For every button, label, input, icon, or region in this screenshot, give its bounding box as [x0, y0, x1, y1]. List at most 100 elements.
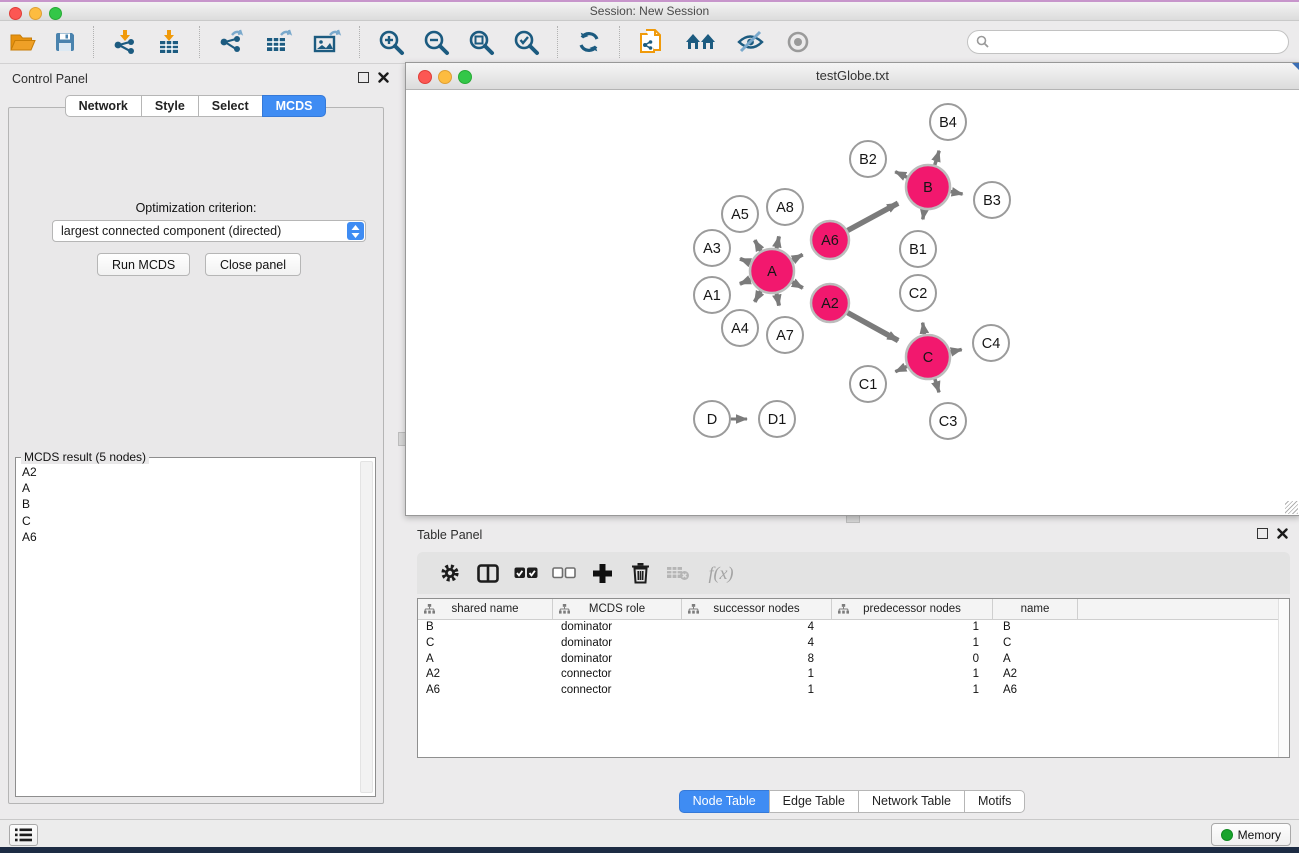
- table-cell: C: [993, 636, 1078, 652]
- new-network-from-file-button[interactable]: [629, 24, 675, 60]
- graph-edge-C-C1[interactable]: [895, 366, 907, 371]
- float-panel-icon[interactable]: [358, 72, 369, 83]
- close-panel-icon[interactable]: [1277, 528, 1288, 539]
- function-builder-button[interactable]: f(x): [697, 556, 745, 590]
- graph-edge-B-B2[interactable]: [895, 172, 907, 178]
- column-header-predecessor-nodes[interactable]: predecessor nodes: [832, 599, 993, 619]
- result-item[interactable]: A: [17, 480, 361, 496]
- deselect-all-rows-button[interactable]: [545, 556, 583, 590]
- graph-edge-C-C2[interactable]: [923, 323, 925, 335]
- tab-edge-table[interactable]: Edge Table: [769, 790, 859, 813]
- graph-edge-B-B4[interactable]: [935, 151, 939, 165]
- optimization-criterion-label: Optimization criterion:: [9, 201, 383, 215]
- graph-edge-C-C3[interactable]: [935, 379, 939, 392]
- tab-mcds[interactable]: MCDS: [262, 95, 327, 117]
- trash-icon: [631, 562, 650, 584]
- zoom-out-button[interactable]: [414, 24, 459, 60]
- result-scrollbar[interactable]: [360, 461, 373, 793]
- result-item[interactable]: A6: [17, 529, 361, 545]
- import-table-icon: [156, 29, 182, 55]
- hide-selected-button[interactable]: [727, 24, 775, 60]
- export-network-button[interactable]: [209, 24, 255, 60]
- delete-column-button[interactable]: [621, 556, 659, 590]
- main-toolbar: [0, 21, 1299, 64]
- zoom-in-button[interactable]: [369, 24, 414, 60]
- create-column-button[interactable]: [583, 556, 621, 590]
- column-header-MCDS-role[interactable]: MCDS role: [553, 599, 682, 619]
- graph-edge-A2-C[interactable]: [848, 313, 899, 341]
- table-row[interactable]: Bdominator41B: [418, 620, 1289, 636]
- tab-network-table[interactable]: Network Table: [858, 790, 965, 813]
- graph-edge-A-A8[interactable]: [777, 236, 779, 248]
- table-cell: 1: [832, 636, 993, 652]
- network-graph[interactable]: B4B2BB3A8A5A6A3B1AC2A1A2A4A7C4CC1C3DD1: [406, 90, 1297, 514]
- task-history-button[interactable]: [9, 824, 38, 846]
- tab-style[interactable]: Style: [141, 95, 199, 117]
- memory-button[interactable]: Memory: [1211, 823, 1291, 846]
- first-neighbors-button[interactable]: [675, 24, 727, 60]
- show-all-button[interactable]: [775, 24, 821, 60]
- graph-edge-A-A2[interactable]: [792, 282, 803, 288]
- graph-edge-B-B1[interactable]: [923, 210, 925, 220]
- graph-edge-A-A7[interactable]: [777, 294, 779, 306]
- result-item[interactable]: B: [17, 496, 361, 512]
- control-panel: Control Panel NetworkStyleSelectMCDS Opt…: [0, 64, 391, 810]
- import-network-icon: [112, 29, 138, 55]
- refresh-button[interactable]: [567, 24, 611, 60]
- graph-node-label: D1: [768, 412, 787, 428]
- graph-edge-B-B3[interactable]: [951, 192, 963, 194]
- graph-edge-A-A3[interactable]: [740, 259, 751, 263]
- graph-edge-C-C4[interactable]: [950, 350, 961, 353]
- table-row[interactable]: A2connector11A2: [418, 667, 1289, 683]
- result-item[interactable]: C: [17, 513, 361, 529]
- graph-node-label: B: [923, 180, 933, 196]
- table-scrollbar[interactable]: [1278, 599, 1289, 757]
- search-input[interactable]: [967, 30, 1289, 54]
- graph-edge-A-A6[interactable]: [792, 255, 802, 261]
- import-table-button[interactable]: [147, 24, 191, 60]
- show-columns-button[interactable]: [469, 556, 507, 590]
- graph-edge-A6-B[interactable]: [848, 203, 899, 230]
- delete-table-button[interactable]: [659, 556, 697, 590]
- select-all-rows-button[interactable]: [507, 556, 545, 590]
- column-header-name[interactable]: name: [993, 599, 1078, 619]
- open-session-button[interactable]: [0, 24, 45, 60]
- mcds-result-list[interactable]: A2ABCA6: [17, 464, 361, 794]
- graph-edge-A-A5[interactable]: [755, 240, 761, 251]
- tab-select[interactable]: Select: [198, 95, 263, 117]
- table-settings-button[interactable]: [431, 556, 469, 590]
- close-panel-button[interactable]: Close panel: [205, 253, 301, 276]
- optimization-criterion-select[interactable]: largest connected component (directed): [52, 220, 366, 242]
- two-homes-icon: [684, 30, 718, 54]
- run-mcds-button[interactable]: Run MCDS: [97, 253, 190, 276]
- tab-motifs[interactable]: Motifs: [964, 790, 1025, 813]
- table-row[interactable]: A6connector11A6: [418, 683, 1289, 699]
- export-table-button[interactable]: [255, 24, 303, 60]
- tab-network[interactable]: Network: [65, 95, 142, 117]
- zoom-selected-button[interactable]: [504, 24, 549, 60]
- float-panel-icon[interactable]: [1257, 528, 1268, 539]
- result-item[interactable]: A2: [17, 464, 361, 480]
- graph-node-label: C3: [939, 414, 958, 430]
- graph-edge-A-A1[interactable]: [740, 280, 751, 284]
- desktop-wallpaper-strip: [0, 847, 1299, 853]
- graph-edge-A-A4[interactable]: [755, 291, 761, 302]
- export-image-button[interactable]: [303, 24, 351, 60]
- column-header-shared-name[interactable]: shared name: [418, 599, 553, 619]
- zoom-fit-button[interactable]: [459, 24, 504, 60]
- network-canvas[interactable]: B4B2BB3A8A5A6A3B1AC2A1A2A4A7C4CC1C3DD1: [406, 90, 1299, 515]
- table-row[interactable]: Cdominator41C: [418, 636, 1289, 652]
- resize-grip[interactable]: [1285, 501, 1298, 514]
- tab-node-table[interactable]: Node Table: [679, 790, 770, 813]
- save-session-button[interactable]: [45, 24, 85, 60]
- table-row[interactable]: Adominator80A: [418, 652, 1289, 668]
- column-tree-icon: [559, 604, 570, 614]
- column-header-successor-nodes[interactable]: successor nodes: [682, 599, 832, 619]
- table-cell: 4: [682, 636, 832, 652]
- graph-node-label: C4: [982, 336, 1001, 352]
- table-cell: A6: [418, 683, 553, 699]
- network-window-titlebar[interactable]: testGlobe.txt: [406, 63, 1299, 90]
- table-cell: 8: [682, 652, 832, 668]
- import-network-button[interactable]: [103, 24, 147, 60]
- close-panel-icon[interactable]: [378, 72, 389, 83]
